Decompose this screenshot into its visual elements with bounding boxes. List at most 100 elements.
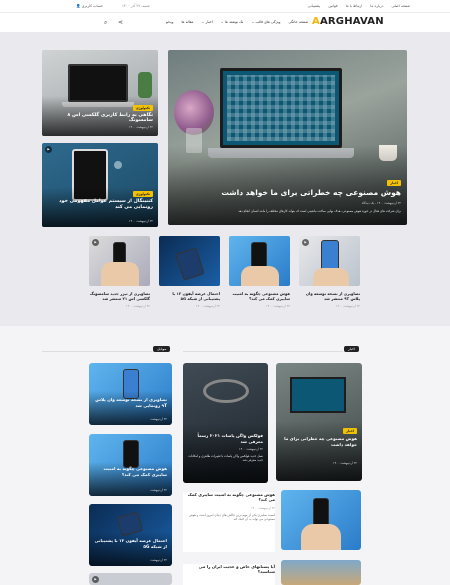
news-post-thumb[interactable] <box>281 560 361 585</box>
card-meta: ۲۲ اردیبهشت ۱۴۰۰ <box>336 304 360 309</box>
main-menu: صفحه خانگی ویژگی های قالب ⌄ تک نوشته ها … <box>150 20 308 24</box>
hand-image <box>313 268 349 286</box>
news-post-title[interactable]: فولکس واگن پاسات ۲۰۲۱ رسماً معرفی شد <box>187 433 263 444</box>
ball-image <box>114 161 122 169</box>
side-post-meta: ۲۲ اردیبهشت ۱۴۰۰ <box>129 219 153 223</box>
mobile-post-meta: ۲۲ اردیبهشت <box>150 558 167 562</box>
top-link-home[interactable]: صفحه اصلی <box>392 4 411 8</box>
chevron-down-icon: ⌄ <box>220 20 224 24</box>
post-card[interactable]: ▶ تصاویری از تیزر جدید سامسونگ گلکسی اس … <box>89 236 150 308</box>
mobile-post[interactable]: احتمال عرضه آیفون ۱۲ با پشتیبانی از شبکه… <box>89 504 172 566</box>
hero-post[interactable]: اخبار هوش مصنوعی چه خطراتی برای ما خواهد… <box>168 50 407 225</box>
chevron-down-icon: ⌄ <box>251 20 255 24</box>
main-nav: AARGHAVAN صفحه خانگی ویژگی های قالب ⌄ تک… <box>0 13 450 32</box>
divider <box>183 351 343 352</box>
menu-item-features[interactable]: ویژگی های قالب ⌄ <box>251 20 280 24</box>
card-title[interactable]: تصاویری از نسخه توسعه وان پلاس ۹T منتشر … <box>299 291 360 301</box>
card-meta: ۲۲ اردیبهشت ۱۴۰۰ <box>196 304 220 309</box>
menu-label: اخبار <box>205 20 213 24</box>
side-post-title[interactable]: کنتینگال از سیستم عوامل مفهومی خود رونما… <box>48 199 153 211</box>
laptop-image <box>220 68 342 148</box>
steering-wheel-image <box>203 379 249 403</box>
section-heading-news: اخبار <box>344 346 359 352</box>
top-link-about[interactable]: درباره ما <box>370 4 383 8</box>
user-icon: 👤 <box>76 4 81 8</box>
menu-item-posts[interactable]: تک نوشته ها ⌄ <box>221 20 244 24</box>
news-post-title[interactable]: هوش مصنوعی چگونه به امنیت سایبری کمک می … <box>183 492 275 503</box>
top-bar: صفحه اصلی درباره ما ارتباط با ما قوانین … <box>0 0 450 13</box>
search-icon[interactable]: ⌕ <box>104 19 107 27</box>
section-heading-mobile: موبایل <box>153 346 171 352</box>
plant-image <box>138 72 152 98</box>
top-date: شنبه، ۲۷ آذر ۱۴۰۰ <box>122 4 150 8</box>
news-post[interactable]: اخبار هوش مصنوعی چه خطراتی برای ما خواهد… <box>276 363 362 481</box>
side-post-meta: ۲۲ اردیبهشت ۱۴۰۰ <box>129 125 153 129</box>
news-post-title[interactable]: هوش مصنوعی چه خطراتی برای ما خواهد داشت <box>281 436 357 447</box>
side-post-badge[interactable]: تکنولوژی <box>132 191 153 197</box>
hand-image <box>101 262 139 286</box>
news-post-excerpt: نسل جدید فولکس واگن پاسات با تغییرات ظاه… <box>188 454 263 463</box>
news-text-post[interactable]: آیا پستانهای خاص و عجیب ایران را می شناس… <box>183 564 275 585</box>
chevron-down-icon: ⌄ <box>201 20 205 24</box>
side-post-title[interactable]: نگاهی به رابط کاربری گلکسی اس ۸ سامسونگ <box>48 113 153 123</box>
card-title[interactable]: تصاویری از تیزر جدید سامسونگ گلکسی اس ۲۱… <box>89 291 150 301</box>
top-link-rules[interactable]: قوانین <box>328 4 337 8</box>
card-thumbnail <box>159 236 220 286</box>
news-post-meta: ۲۲ اردیبهشت ۱۴۰۰ <box>333 461 357 465</box>
site-logo[interactable]: AARGHAVAN <box>312 16 384 27</box>
menu-item-articles[interactable]: مقاله ها <box>181 20 193 24</box>
post-card[interactable]: هوش مصنوعی چگونه به امنیت سایبری کمک می … <box>229 236 290 308</box>
menu-label: ویژگی های قالب <box>255 20 281 24</box>
menu-item-news[interactable]: اخبار ⌄ <box>201 20 212 24</box>
card-thumbnail: ▶ <box>299 236 360 286</box>
news-post-thumb[interactable] <box>281 490 361 550</box>
news-post-excerpt: امنیت سایبری یکی از مهم ترین چالش های دن… <box>189 512 275 522</box>
news-post-title[interactable]: آیا پستانهای خاص و عجیب ایران را می شناس… <box>183 564 275 575</box>
top-link-support[interactable]: پشتیبانی <box>308 4 321 8</box>
top-link-contact[interactable]: ارتباط با ما <box>346 4 363 8</box>
mobile-post-title[interactable]: احتمال عرضه آیفون ۱۲ با پشتیبانی از شبکه… <box>93 538 167 549</box>
divider <box>42 351 152 352</box>
share-icon[interactable]: ⋖ <box>118 19 123 26</box>
mobile-post-meta: ۲۲ اردیبهشت <box>150 488 167 492</box>
account-label: حساب کاربری <box>81 4 104 8</box>
mobile-post-title[interactable]: هوش مصنوعی چگونه به امنیت سایبری کمک می … <box>93 466 167 477</box>
post-card[interactable]: احتمال عرضه آیفون ۱۲ با پشتیبانی از شبکه… <box>159 236 220 308</box>
menu-item-home[interactable]: صفحه خانگی <box>288 20 308 24</box>
mobile-post-meta: ۲۲ اردیبهشت <box>150 417 167 421</box>
side-post[interactable]: تکنولوژی نگاهی به رابط کاربری گلکسی اس ۸… <box>42 50 158 136</box>
menu-item-video[interactable]: ویدئو <box>166 20 173 24</box>
hero-excerpt: برای شرکت های فعال در حوزه هوش مصنوعی، ه… <box>238 209 401 213</box>
video-play-icon[interactable]: ▶ <box>45 146 52 153</box>
video-play-icon[interactable]: ▶ <box>302 239 309 246</box>
video-play-icon[interactable]: ▶ <box>92 239 99 246</box>
side-post[interactable]: ▶ تکنولوژی کنتینگال از سیستم عوامل مفهوم… <box>42 143 158 227</box>
hero-title[interactable]: هوش مصنوعی چه خطراتی برای ما خواهد داشت <box>181 188 401 197</box>
mobile-post[interactable]: ▶ <box>89 573 172 585</box>
laptop-image <box>290 377 346 413</box>
hero-category-badge[interactable]: اخبار <box>387 180 401 186</box>
mobile-post[interactable]: تصاویری از نسخه توسعه وان پلاس ۹T رونمای… <box>89 363 172 425</box>
card-title[interactable]: احتمال عرضه آیفون ۱۲ با پشتیبانی از شبکه… <box>159 291 220 301</box>
mobile-post[interactable]: هوش مصنوعی چگونه به امنیت سایبری کمک می … <box>89 434 172 496</box>
account-link[interactable]: 👤 حساب کاربری <box>76 4 103 8</box>
logo-text: ARGHAVAN <box>319 16 384 27</box>
hand-image <box>241 266 279 286</box>
video-play-icon[interactable]: ▶ <box>92 576 99 583</box>
menu-label: تک نوشته ها <box>224 20 244 24</box>
top-links: صفحه اصلی درباره ما ارتباط با ما قوانین … <box>308 4 410 8</box>
news-post-meta: ۲۲ اردیبهشت ۱۴۰۰ <box>251 505 275 510</box>
news-post-meta: ۲۲ اردیبهشت ۱۴۰۰ <box>239 447 263 451</box>
side-post-badge[interactable]: تکنولوژی <box>132 105 153 111</box>
card-meta: ۲۲ اردیبهشت ۱۴۰۰ <box>126 304 150 309</box>
hero-meta: ۲۲ اردیبهشت ۱۴۰۰ - یک دیدگاه <box>361 201 401 205</box>
news-post-badge[interactable]: اخبار <box>343 428 357 434</box>
hand-image <box>301 524 341 550</box>
card-meta: ۲۲ اردیبهشت ۱۴۰۰ <box>266 304 290 309</box>
card-title[interactable]: هوش مصنوعی چگونه به امنیت سایبری کمک می … <box>229 291 290 301</box>
news-text-post[interactable]: هوش مصنوعی چگونه به امنیت سایبری کمک می … <box>183 492 275 552</box>
post-card[interactable]: ▶ تصاویری از نسخه توسعه وان پلاس ۹T منتش… <box>299 236 360 308</box>
mobile-post-title[interactable]: تصاویری از نسخه توسعه وان پلاس ۹T رونمای… <box>93 397 167 408</box>
news-post[interactable]: فولکس واگن پاسات ۲۰۲۱ رسماً معرفی شد ۲۲ … <box>183 363 268 483</box>
card-thumbnail <box>229 236 290 286</box>
